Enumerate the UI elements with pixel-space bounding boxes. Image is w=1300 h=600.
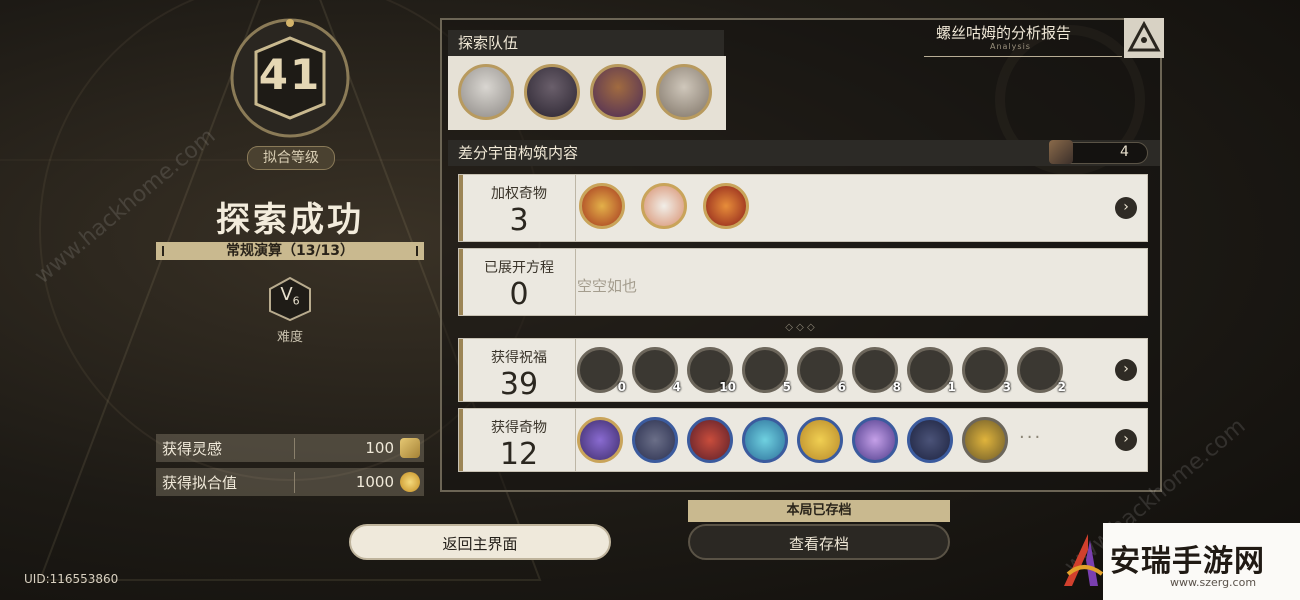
row-value: 39	[499, 367, 539, 402]
row-header: 获得奇物 12	[459, 409, 576, 472]
stat-label: 获得拟合值	[156, 471, 295, 493]
blessing-path-icon[interactable]: 4	[632, 347, 681, 394]
stat-fitting-value: 获得拟合值 1000	[156, 468, 424, 496]
stat-label: 获得灵感	[156, 437, 295, 459]
pyramid-report-icon[interactable]	[1124, 18, 1164, 58]
row-header: 加权奇物 3	[459, 175, 576, 241]
curio-icon[interactable]	[962, 417, 1008, 463]
logo-text: 安瑞手游网	[1110, 544, 1265, 579]
chevron-right-icon[interactable]: ›	[1115, 429, 1137, 451]
team-avatar[interactable]	[590, 64, 646, 120]
equations-row: 已展开方程 0 空空如也	[458, 248, 1148, 316]
blessing-path-icon[interactable]: 10	[687, 347, 736, 394]
fitting-coin-icon	[400, 472, 420, 492]
row-value: 12	[499, 437, 539, 472]
curio-icon[interactable]	[687, 417, 733, 463]
empty-text: 空空如也	[577, 277, 638, 295]
row-label: 获得奇物	[491, 420, 547, 436]
curio-icon[interactable]	[632, 417, 678, 463]
team-avatar[interactable]	[524, 64, 580, 120]
row-value: 0	[509, 277, 529, 312]
view-save-button[interactable]: 查看存档	[688, 524, 950, 560]
curios-row: 获得奇物 12 ··· ›	[458, 408, 1148, 472]
stat-value: 100	[365, 439, 394, 457]
weighted-curio-icon[interactable]	[579, 183, 625, 229]
row-label: 已展开方程	[484, 260, 554, 276]
row-label: 加权奇物	[491, 186, 547, 202]
blessing-path-icon[interactable]: 6	[797, 347, 846, 394]
level-label: 拟合等级	[247, 146, 335, 170]
chevron-right-icon[interactable]: ›	[1115, 197, 1137, 219]
difficulty-value: V6	[280, 284, 300, 308]
chevron-right-icon[interactable]: ›	[1115, 359, 1137, 381]
logo-url: www.szerg.com	[1170, 576, 1257, 589]
row-header: 已展开方程 0	[459, 249, 576, 315]
row-value: 3	[509, 203, 529, 238]
blessing-path-icon[interactable]: 1	[907, 347, 956, 394]
team-title: 探索队伍	[448, 30, 724, 56]
blessing-path-icon[interactable]: 3	[962, 347, 1011, 394]
curio-icon[interactable]	[742, 417, 788, 463]
level-value: 41	[258, 50, 322, 99]
curio-icon[interactable]	[797, 417, 843, 463]
team-avatar[interactable]	[458, 64, 514, 120]
section-separator: ◇ ◇ ◇	[785, 322, 815, 333]
team-avatar[interactable]	[656, 64, 712, 120]
saved-tag: 本局已存档	[688, 500, 950, 522]
mode-bar: 常规演算（13/13）	[156, 242, 424, 260]
report-subtitle: Analysis	[990, 42, 1031, 51]
curio-icon[interactable]	[577, 417, 623, 463]
difficulty-label: 难度	[276, 330, 303, 345]
weighted-curio-icon[interactable]	[641, 183, 687, 229]
weighted-curio-icon[interactable]	[703, 183, 749, 229]
inspiration-ticket-icon	[400, 438, 420, 458]
return-home-button[interactable]: 返回主界面	[349, 524, 611, 560]
report-divider	[924, 56, 1122, 57]
construct-count: 4	[1120, 144, 1129, 160]
row-header: 获得祝福 39	[459, 339, 576, 402]
blessing-path-icon[interactable]: 5	[742, 347, 791, 394]
curio-icon[interactable]	[852, 417, 898, 463]
weighted-curios-row: 加权奇物 3 ›	[458, 174, 1148, 242]
blessing-path-icon[interactable]: 8	[852, 347, 901, 394]
row-label: 获得祝福	[491, 350, 547, 366]
uid-text: UID:116553860	[24, 572, 119, 586]
blessing-path-icon[interactable]: 0	[577, 347, 626, 394]
construct-count-pill	[1049, 140, 1148, 164]
stat-value: 1000	[355, 473, 394, 491]
blessings-row: 获得祝福 39 0 4 10 5 6 8 1 3 2 ›	[458, 338, 1148, 402]
more-ellipsis: ···	[1019, 427, 1043, 448]
result-title: 探索成功	[216, 200, 364, 240]
curio-icon[interactable]	[907, 417, 953, 463]
anrui-logo-icon	[1064, 534, 1104, 586]
stat-inspiration: 获得灵感 100	[156, 434, 424, 462]
report-title[interactable]: 螺丝咕姆的分析报告	[936, 22, 1071, 43]
construct-icon	[1049, 140, 1073, 164]
blessing-path-icon[interactable]: 2	[1017, 347, 1066, 394]
